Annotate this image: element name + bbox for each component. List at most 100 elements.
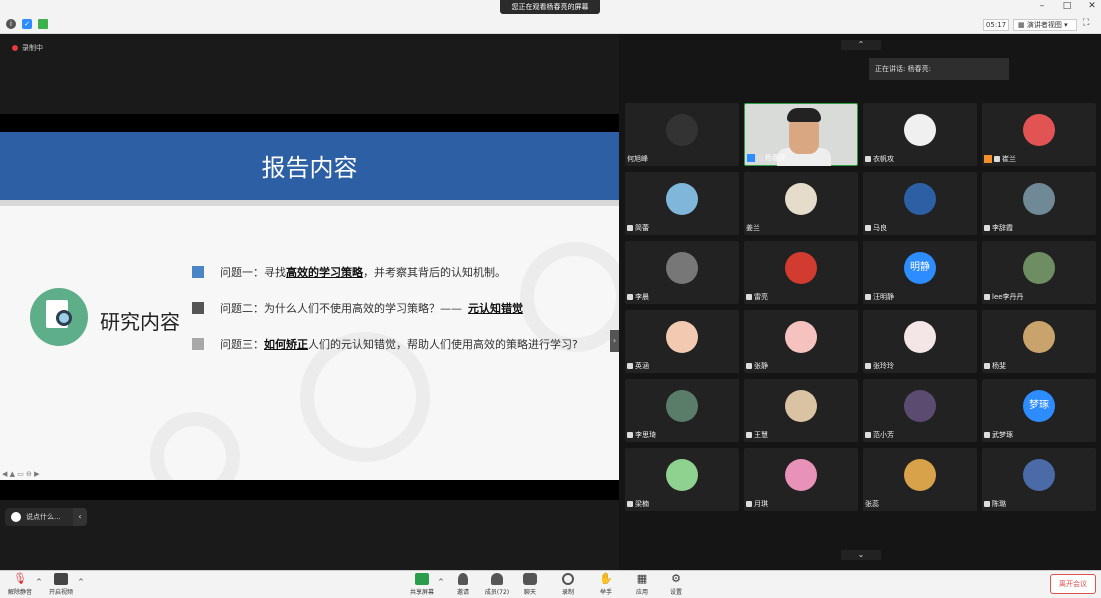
participant-name-row: 月琪 (746, 499, 768, 509)
participant-name-row: 杨春亮 (747, 153, 786, 163)
minimize-icon[interactable]: – (1035, 1, 1049, 11)
participant-tile[interactable]: lee李丹丹 (982, 241, 1096, 304)
mic-muted-icon (994, 156, 1000, 162)
record-button[interactable]: 录制 (558, 573, 578, 596)
mic-muted-icon (746, 294, 752, 300)
chevron-up-icon[interactable]: ^ (78, 578, 84, 586)
active-speaker-label: 正在讲话: 杨春亮: (869, 58, 1009, 80)
participant-name-row: 张静 (746, 361, 768, 371)
participant-tile[interactable]: 梦琢武梦琢 (982, 379, 1096, 442)
fullscreen-icon[interactable]: ⛶ (1083, 18, 1089, 28)
participant-tile[interactable]: 衣帆攻 (863, 103, 977, 166)
share-screen-button[interactable]: 共享屏幕 (406, 573, 438, 596)
avatar (1023, 252, 1055, 284)
participant-tile[interactable]: 张静 (744, 310, 858, 373)
presentation-slide: 报告内容 研究内容 问题一：寻找高效的学习策略，并考察其背后的认知机制。 问题二… (0, 132, 619, 480)
chevron-up-icon[interactable]: ^ (36, 578, 42, 586)
apps-button[interactable]: ▦ 应用 (632, 573, 652, 597)
avatar: 梦琢 (1023, 390, 1055, 422)
slide-title: 报告内容 (261, 154, 358, 182)
mic-muted-icon (984, 501, 990, 507)
participant-tile[interactable]: 姜兰 (744, 172, 858, 235)
leave-meeting-button[interactable]: 离开会议 (1050, 574, 1096, 594)
emoji-icon[interactable] (11, 512, 21, 522)
avatar (666, 321, 698, 353)
bullet-square (192, 302, 204, 314)
participant-name: 李思琦 (635, 431, 656, 439)
view-mode-button[interactable]: ▦ 演讲者视图 ▾ (1013, 19, 1077, 31)
chevron-up-icon[interactable]: ^ (438, 578, 444, 586)
raise-hand-button[interactable]: ✋ 举手 (596, 573, 616, 597)
participant-tile[interactable]: 杨春亮 (744, 103, 858, 166)
participant-tile[interactable]: 陈璐 (982, 448, 1096, 511)
avatar (666, 390, 698, 422)
participant-name: 梁楠 (635, 500, 649, 508)
participant-name: 简蕾 (635, 224, 649, 232)
avatar (666, 252, 698, 284)
participant-tile[interactable]: 崔兰 (982, 103, 1096, 166)
avatar (785, 252, 817, 284)
close-icon[interactable]: ✕ (1085, 1, 1099, 11)
raise-hand-label: 举手 (599, 589, 612, 596)
mic-muted-icon (984, 225, 990, 231)
participant-tile[interactable]: 张玲玲 (863, 310, 977, 373)
participant-name: lee李丹丹 (992, 293, 1024, 301)
participant-tile[interactable]: 王慧 (744, 379, 858, 442)
info-icon[interactable]: i (6, 19, 16, 29)
avatar (666, 183, 698, 215)
slide-nav-controls[interactable]: ◀ ▲ ▭ ⊖ ▶ (2, 470, 40, 478)
panel-collapse-handle[interactable]: › (610, 330, 619, 352)
participant-tile[interactable]: 月琪 (744, 448, 858, 511)
participant-tile[interactable]: 雷亮 (744, 241, 858, 304)
participant-tile[interactable]: 张蕊 (863, 448, 977, 511)
shield-icon[interactable]: ✓ (22, 19, 32, 29)
meeting-controls: 🎙 解除静音 ^ 开启视频 ^ 共享屏幕 ^ 邀请 成员(72) 聊天 录制 ✋… (0, 570, 1101, 598)
start-video-label: 开启视频 (48, 589, 73, 596)
settings-button[interactable]: ⚙ 设置 (666, 572, 686, 597)
viewing-banner[interactable]: 您正在观看杨春亮的屏幕 (500, 0, 600, 14)
avatar: 明静 (904, 252, 936, 284)
participant-name-row: 简蕾 (627, 223, 649, 233)
participant-tile[interactable]: 英涵 (625, 310, 739, 373)
settings-label: 设置 (669, 589, 682, 596)
participant-name: 武梦琢 (992, 431, 1013, 439)
chevron-down-icon[interactable]: ⌄ (841, 550, 881, 560)
participant-tile[interactable]: 李辞霞 (982, 172, 1096, 235)
participant-tile[interactable]: 李晨 (625, 241, 739, 304)
avatar (1023, 459, 1055, 491)
participant-tile[interactable]: 梁楠 (625, 448, 739, 511)
participant-tile[interactable]: 李思琦 (625, 379, 739, 442)
participant-tile[interactable]: 何旭峰 (625, 103, 739, 166)
mic-muted-icon (984, 432, 990, 438)
avatar (904, 183, 936, 215)
mic-muted-icon (865, 294, 871, 300)
chat-collapse-icon[interactable]: ‹ (73, 508, 87, 526)
grid-icon: ▦ (1018, 21, 1027, 29)
decorative-ring (150, 412, 240, 480)
participant-name: 汪明静 (873, 293, 894, 301)
gear-icon: ⚙ (671, 572, 681, 585)
mic-muted-icon (984, 294, 990, 300)
participant-tile[interactable]: 杨斐 (982, 310, 1096, 373)
unmute-button[interactable]: 🎙 解除静音 (6, 573, 34, 597)
question-2-prefix: 问题二：为什么人们不使用高效的学习策略？—— (220, 302, 462, 315)
chevron-up-icon[interactable]: ⌃ (841, 40, 881, 50)
chevron-down-icon: ▾ (1061, 21, 1068, 29)
signal-icon[interactable] (38, 19, 48, 29)
participant-tile[interactable]: 范小芳 (863, 379, 977, 442)
participant-name-row: 雷亮 (746, 292, 768, 302)
members-button[interactable]: 成员(72) (482, 573, 512, 596)
mic-muted-icon (627, 432, 633, 438)
participant-name-row: 王慧 (746, 430, 768, 440)
avatar (666, 114, 698, 146)
invite-button[interactable]: 邀请 (452, 573, 474, 596)
participant-name-row: 李思琦 (627, 430, 656, 440)
chat-button[interactable]: 聊天 (520, 573, 540, 596)
restore-icon[interactable]: □ (1060, 1, 1074, 11)
participant-tile[interactable]: 简蕾 (625, 172, 739, 235)
start-video-button[interactable]: 开启视频 (46, 573, 76, 596)
participant-tile[interactable]: 马良 (863, 172, 977, 235)
participant-tile[interactable]: 明静汪明静 (863, 241, 977, 304)
avatar (904, 114, 936, 146)
participant-name: 张玲玲 (873, 362, 894, 370)
